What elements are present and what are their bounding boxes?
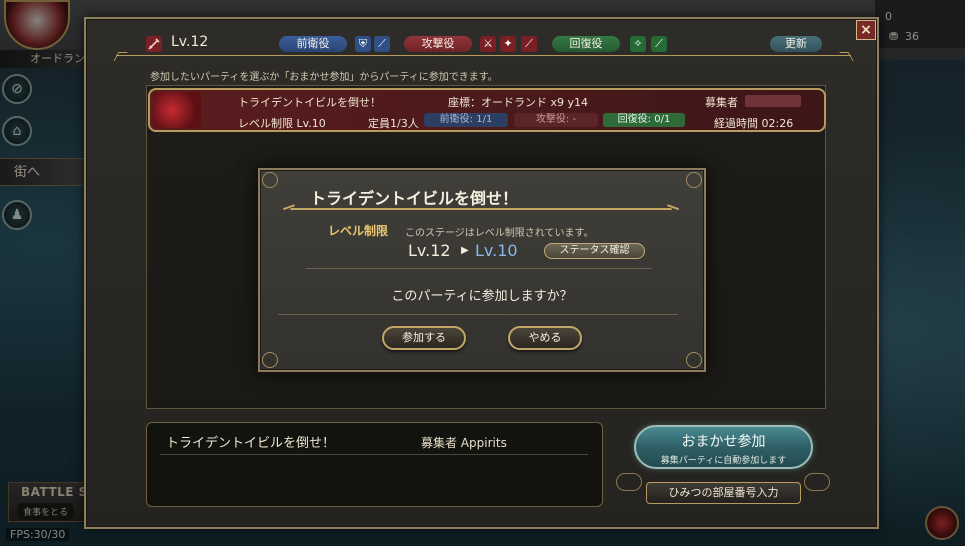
party-elapsed-time: 経過時間 02:26 bbox=[714, 117, 794, 130]
dialog-divider bbox=[278, 314, 678, 315]
limited-level: Lv.10 bbox=[475, 241, 518, 260]
refresh-button[interactable]: 更新 bbox=[770, 36, 822, 52]
current-level: Lv.12 bbox=[408, 241, 451, 260]
attack-slot-badge: 攻撃役: - bbox=[514, 113, 598, 127]
shield-icon: ⛨ bbox=[355, 36, 371, 52]
lance-icon: ⟋ bbox=[374, 36, 390, 52]
party-title: トライデントイビルを倒せ！ bbox=[238, 96, 381, 109]
role-front-badge: 前衛役 bbox=[279, 36, 347, 52]
dialog-corner-ornament bbox=[262, 352, 278, 368]
secret-room-button[interactable]: ひみつの部屋番号入力 bbox=[646, 482, 801, 504]
dialog-title: トライデントイビルを倒せ！ bbox=[310, 189, 519, 208]
detail-title: トライデントイビルを倒せ！ bbox=[166, 436, 336, 451]
dialog-corner-ornament bbox=[262, 172, 278, 188]
header-divider bbox=[116, 55, 851, 63]
dialog-corner-ornament bbox=[686, 172, 702, 188]
axe-icon: ✦ bbox=[500, 36, 516, 52]
recruiter-name-hidden bbox=[745, 95, 801, 107]
front-slot-badge: 前衛役: 1/1 bbox=[424, 113, 508, 127]
ornament-left-icon bbox=[616, 473, 642, 491]
bow-icon: ⟋ bbox=[521, 36, 537, 52]
dialog-title-divider bbox=[290, 208, 672, 212]
dialog-corner-ornament bbox=[686, 352, 702, 368]
sword-icon bbox=[146, 36, 162, 52]
detail-recruiter: 募集者 Appirits bbox=[421, 436, 507, 450]
heal-slot-badge: 回復役: 0/1 bbox=[603, 113, 685, 127]
sword-icon: ⚔ bbox=[480, 36, 496, 52]
auto-join-sublabel: 募集パーティに自動参加します bbox=[660, 456, 787, 466]
detail-divider bbox=[160, 454, 588, 455]
join-question: このパーティに参加しますか？ bbox=[391, 289, 573, 304]
close-button[interactable]: × bbox=[856, 20, 876, 40]
role-heal-badge: 回復役 bbox=[552, 36, 620, 52]
player-level: Lv.12 bbox=[171, 34, 209, 50]
staff-icon: ✧ bbox=[630, 36, 646, 52]
arrow-right-icon: ▶ bbox=[461, 245, 469, 256]
auto-join-label: おまかせ参加 bbox=[681, 434, 766, 450]
cancel-button[interactable]: やめる bbox=[508, 326, 582, 350]
party-level-limit: レベル制限 Lv.10 bbox=[238, 117, 326, 130]
join-button[interactable]: 参加する bbox=[382, 326, 466, 350]
status-check-button[interactable]: ステータス確認 bbox=[544, 243, 645, 259]
level-limit-label: レベル制限 bbox=[328, 224, 389, 238]
role-attack-badge: 攻撃役 bbox=[404, 36, 472, 52]
level-limit-description: このステージはレベル制限されています。 bbox=[405, 228, 594, 239]
wand-icon: ⟋ bbox=[651, 36, 667, 52]
party-recruiter-label: 募集者 bbox=[705, 96, 738, 109]
party-coords: 座標：オードランド x9 y14 bbox=[448, 96, 589, 109]
ornament-right-icon bbox=[804, 473, 830, 491]
party-capacity: 定員1/3人 bbox=[368, 117, 419, 130]
boss-emblem-icon bbox=[153, 92, 201, 128]
instruction-text: 参加したいパーティを選ぶか「おまかせ参加」からパーティに参加できます。 bbox=[150, 72, 498, 83]
dialog-divider bbox=[306, 268, 652, 269]
